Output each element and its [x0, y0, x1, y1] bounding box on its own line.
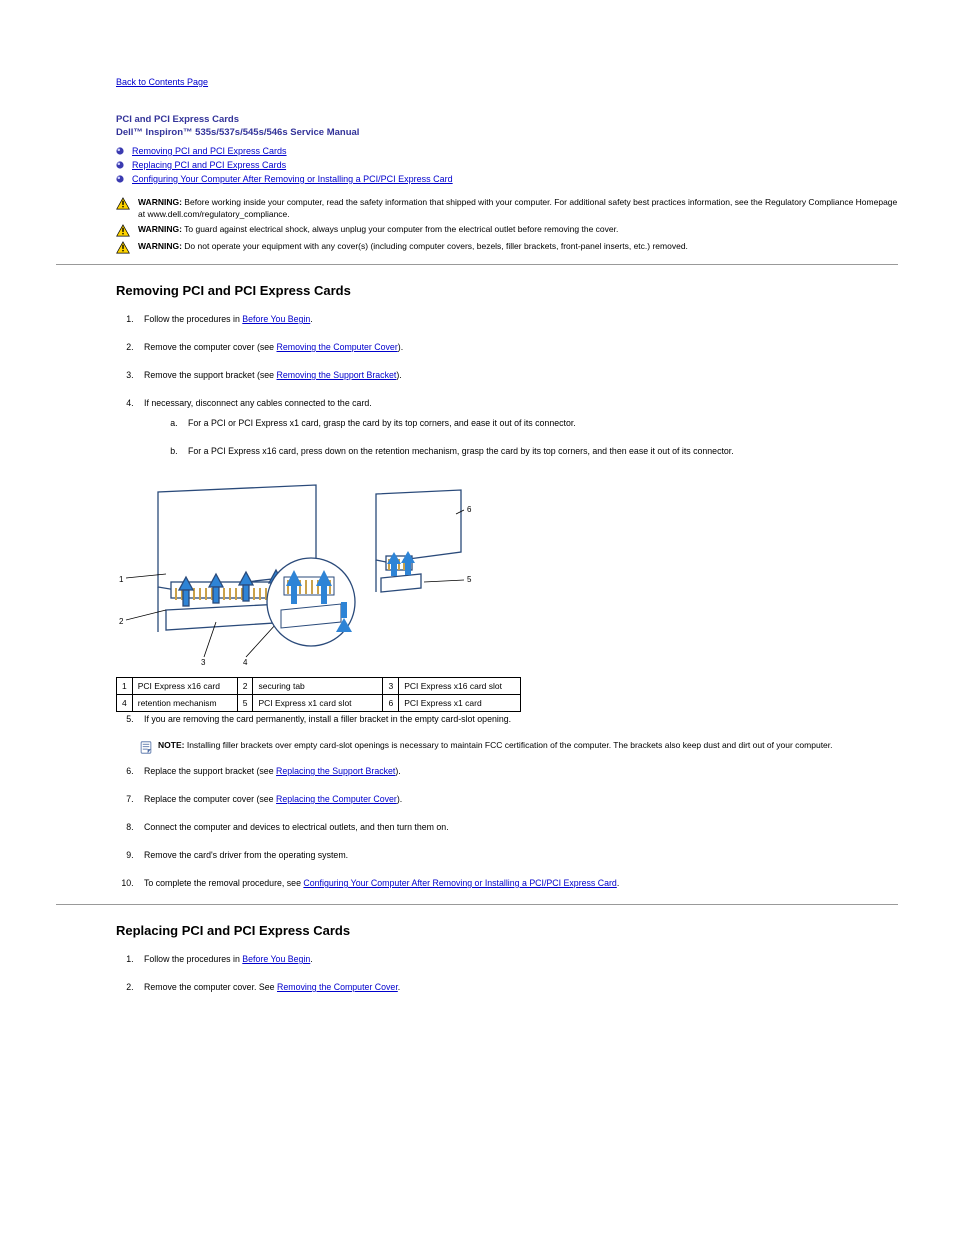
svg-text:5: 5: [467, 575, 472, 584]
warning-text: WARNING: Do not operate your equipment w…: [138, 240, 688, 252]
toc-link[interactable]: Removing PCI and PCI Express Cards: [132, 144, 287, 158]
svg-text:1: 1: [119, 575, 124, 584]
link-removing-cover[interactable]: Removing the Computer Cover: [277, 982, 398, 992]
section-heading-replace: Replacing PCI and PCI Express Cards: [116, 923, 898, 938]
warning-icon: [116, 197, 130, 210]
link-removing-bracket[interactable]: Removing the Support Bracket: [277, 370, 397, 380]
bullet-icon: [116, 147, 124, 155]
svg-text:4: 4: [243, 658, 248, 667]
figure-pci-cards: 1 2 3 4: [116, 482, 898, 667]
warning-icon: [116, 224, 130, 237]
svg-text:3: 3: [201, 658, 206, 667]
note-text: NOTE: Installing filler brackets over em…: [158, 740, 833, 750]
divider: [56, 264, 898, 265]
link-before-you-begin[interactable]: Before You Begin: [242, 314, 310, 324]
bullet-icon: [116, 175, 124, 183]
divider: [56, 904, 898, 905]
toc-link[interactable]: Replacing PCI and PCI Express Cards: [132, 158, 286, 172]
figure-label-table: 1PCI Express x16 card 2securing tab 3PCI…: [116, 677, 521, 712]
remove-steps-cont2: Replace the support bracket (see Replaci…: [136, 764, 898, 890]
table-of-contents: Removing PCI and PCI Express Cards Repla…: [116, 144, 898, 186]
svg-text:2: 2: [119, 617, 124, 626]
link-replace-bracket[interactable]: Replacing the Support Bracket: [276, 766, 395, 776]
manual-name: Dell™ Inspiron™ 535s/537s/545s/546s Serv…: [116, 127, 898, 138]
section-heading-remove: Removing PCI and PCI Express Cards: [116, 283, 898, 298]
replace-steps: Follow the procedures in Before You Begi…: [136, 952, 898, 994]
warning-text: WARNING: To guard against electrical sho…: [138, 223, 618, 235]
note-icon: [140, 741, 152, 754]
back-to-contents-link[interactable]: Back to Contents Page: [116, 77, 208, 87]
warning-icon: [116, 241, 130, 254]
link-before-you-begin[interactable]: Before You Begin: [242, 954, 310, 964]
link-removing-cover[interactable]: Removing the Computer Cover: [277, 342, 398, 352]
link-configuring[interactable]: Configuring Your Computer After Removing…: [303, 878, 616, 888]
bullet-icon: [116, 161, 124, 169]
svg-text:6: 6: [467, 505, 472, 514]
toc-link[interactable]: Configuring Your Computer After Removing…: [132, 172, 453, 186]
link-replace-cover[interactable]: Replacing the Computer Cover: [276, 794, 397, 804]
remove-steps-cont: If you are removing the card permanently…: [136, 712, 898, 726]
page-title: PCI and PCI Express Cards: [116, 114, 898, 125]
remove-steps: Follow the procedures in Before You Begi…: [136, 312, 898, 458]
warning-text: WARNING: Before working inside your comp…: [138, 196, 898, 220]
